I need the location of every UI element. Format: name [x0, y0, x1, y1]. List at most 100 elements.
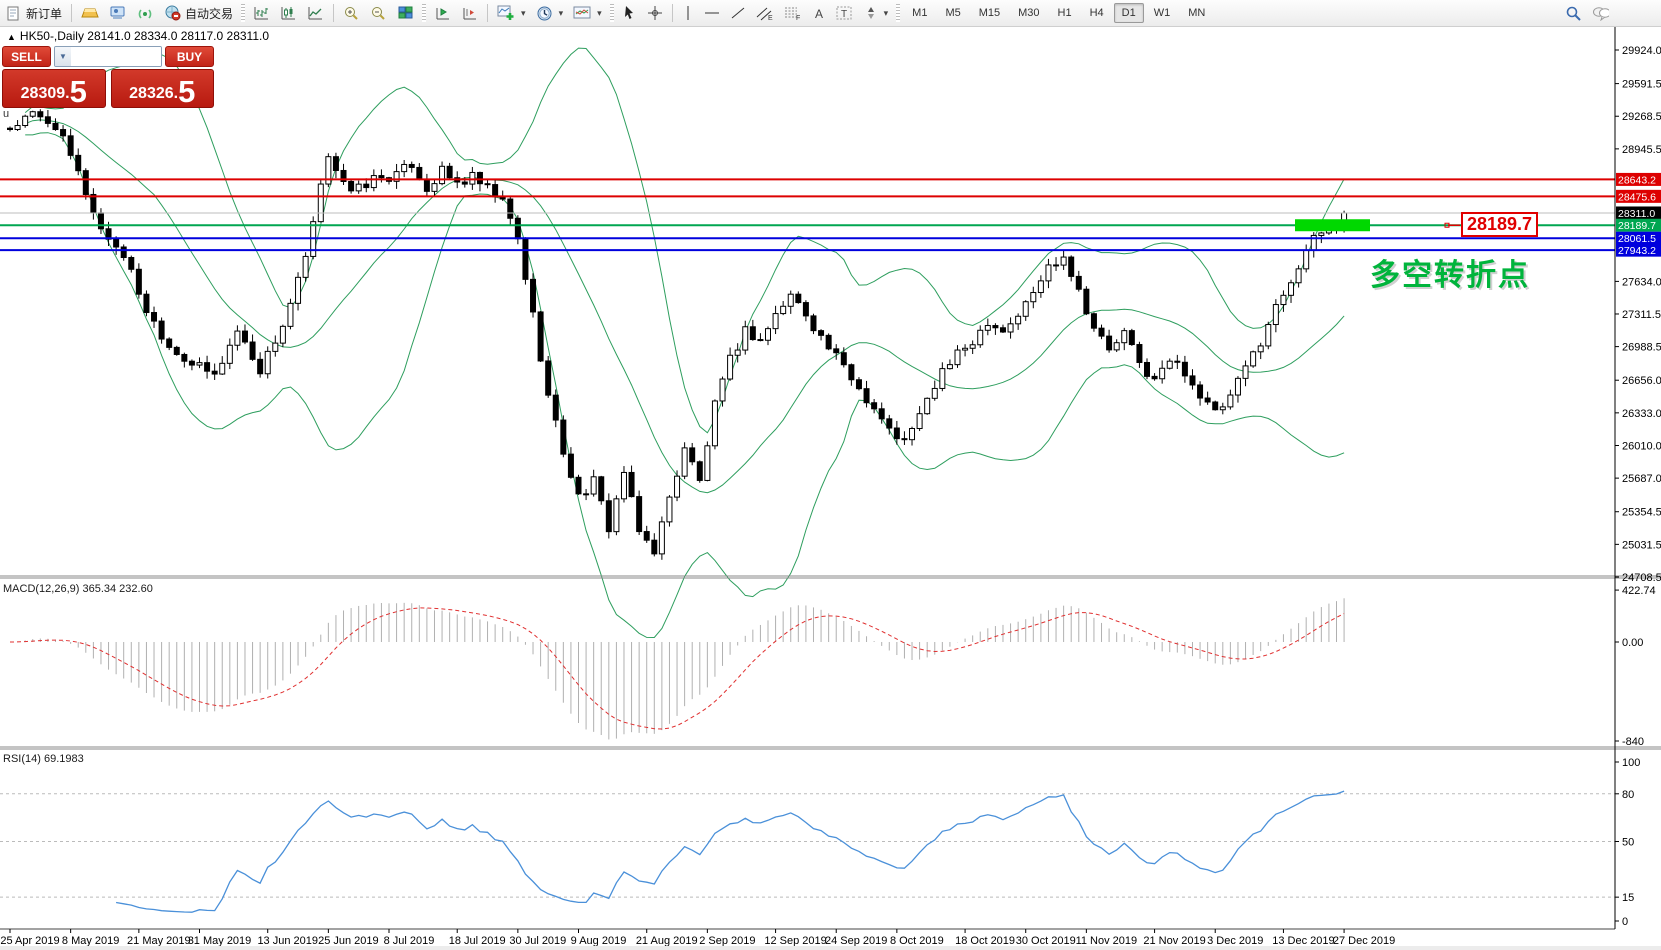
- chart-shift-icon[interactable]: [456, 3, 483, 23]
- svg-text:T: T: [841, 9, 847, 20]
- svg-text:28643.2: 28643.2: [1618, 174, 1656, 186]
- macd-tick: 0.00: [1622, 637, 1643, 649]
- candle: [151, 312, 158, 322]
- date-tick: 8 Oct 2019: [890, 935, 944, 947]
- indicators-icon[interactable]: ▾: [492, 3, 531, 24]
- timeframe-W1[interactable]: W1: [1146, 3, 1179, 23]
- dropdown-arrow-icon: ▾: [558, 7, 564, 18]
- timeframe-MN[interactable]: MN: [1180, 3, 1213, 23]
- sell-button[interactable]: SELL: [2, 46, 51, 67]
- candle: [211, 370, 218, 375]
- date-tick: 8 May 2019: [62, 935, 119, 947]
- chat-icon[interactable]: [1592, 5, 1609, 22]
- timeframe-M30[interactable]: M30: [1010, 3, 1047, 23]
- terminal-icon[interactable]: [104, 3, 132, 23]
- line-chart-icon[interactable]: [302, 3, 329, 23]
- candle: [279, 325, 286, 344]
- date-tick: 2 Sep 2019: [699, 935, 755, 947]
- candle: [29, 111, 36, 117]
- candle: [120, 246, 127, 259]
- signal-icon[interactable]: [132, 3, 159, 23]
- autotrading-button[interactable]: 自动交易: [159, 3, 238, 24]
- candle: [1136, 344, 1143, 363]
- volume-input[interactable]: [71, 47, 161, 66]
- candle: [166, 338, 173, 348]
- trendline-icon[interactable]: [725, 3, 751, 23]
- candle: [143, 293, 150, 314]
- volume-decrease-button[interactable]: ▼: [55, 47, 71, 66]
- candle: [1090, 313, 1097, 329]
- search-icon[interactable]: [1565, 5, 1582, 22]
- candle: [545, 360, 552, 396]
- candle: [514, 217, 521, 240]
- timeframe-H1[interactable]: H1: [1050, 3, 1080, 23]
- buy-price-box[interactable]: 28326. 5: [110, 69, 214, 108]
- autotrading-icon: [164, 5, 181, 22]
- level-price-callout[interactable]: 28189.7: [1461, 212, 1539, 237]
- price-tick: 29591.5: [1622, 79, 1661, 91]
- equidistant-channel-icon[interactable]: E: [751, 3, 779, 23]
- candle: [977, 329, 984, 346]
- candle: [97, 212, 104, 230]
- candle: [530, 278, 537, 313]
- candle: [855, 379, 862, 390]
- candle: [302, 255, 309, 278]
- zoom-in-icon[interactable]: [338, 3, 365, 23]
- bollinger-middle-band: [25, 119, 1345, 494]
- timeframe-M15[interactable]: M15: [971, 3, 1008, 23]
- candle: [370, 175, 377, 189]
- buy-button[interactable]: BUY: [165, 46, 214, 67]
- text-label-icon[interactable]: T: [831, 3, 858, 23]
- price-tick: 29268.5: [1622, 111, 1661, 123]
- candle: [795, 293, 802, 304]
- highlight-zone[interactable]: [1295, 219, 1370, 232]
- zoom-out-icon[interactable]: [365, 3, 392, 23]
- dropdown-arrow-icon: ▾: [597, 7, 602, 18]
- horizontal-line-icon[interactable]: [699, 4, 725, 22]
- fibonacci-icon[interactable]: F: [779, 3, 807, 23]
- svg-text:27943.2: 27943.2: [1618, 245, 1656, 257]
- dropdown-arrow-icon: ▾: [883, 7, 889, 18]
- candle: [1083, 288, 1090, 315]
- templates-icon[interactable]: ▾: [568, 3, 607, 23]
- candle: [431, 183, 438, 192]
- timeframe-M1[interactable]: M1: [904, 3, 935, 23]
- new-order-icon: [5, 5, 22, 22]
- candle: [567, 453, 574, 478]
- candle: [1219, 406, 1226, 411]
- periods-icon[interactable]: ▾: [531, 3, 569, 24]
- candle: [348, 180, 355, 192]
- price-tick: 26333.0: [1622, 408, 1661, 420]
- candle: [355, 183, 362, 192]
- date-tick: 11 Nov 2019: [1076, 935, 1138, 947]
- new-order-button[interactable]: 新订单: [0, 3, 67, 24]
- timeframe-H4[interactable]: H4: [1082, 3, 1112, 23]
- cursor-icon[interactable]: [617, 3, 642, 23]
- timeframe-M5[interactable]: M5: [937, 3, 968, 23]
- vertical-line-icon[interactable]: [677, 3, 699, 23]
- date-tick: 8 Jul 2019: [384, 935, 435, 947]
- candle: [886, 418, 893, 429]
- candle: [1257, 345, 1264, 353]
- date-axis[interactable]: 25 Apr 2019 8 May 2019 21 May 201931 May 2…: [0, 929, 1395, 947]
- timeframe-D1[interactable]: D1: [1113, 3, 1144, 23]
- tile-windows-icon[interactable]: [392, 3, 419, 23]
- chart-canvas[interactable]: 29924.0 29591.5 29268.5 28945.5 27634.0 27311…: [0, 0, 1661, 950]
- date-tick: 24 Sep 2019: [825, 935, 887, 947]
- svg-text:E: E: [768, 15, 773, 21]
- crosshair-icon[interactable]: [642, 3, 668, 23]
- auto-scroll-icon[interactable]: [429, 3, 456, 23]
- candle: [833, 348, 840, 354]
- macd-tick: -840: [1622, 736, 1644, 748]
- macd-tick: 422.74: [1622, 585, 1656, 597]
- arrows-icon[interactable]: ▾: [858, 3, 894, 23]
- candlestick-chart-icon[interactable]: [275, 3, 302, 23]
- bar-chart-icon[interactable]: [248, 3, 275, 23]
- sell-price-box[interactable]: 28309. 5: [2, 69, 106, 108]
- price-axis[interactable]: 29924.0 29591.5 29268.5 28945.5 27634.0 27311…: [1615, 45, 1661, 928]
- candle: [1181, 361, 1188, 377]
- rsi-pane: [0, 790, 1615, 913]
- text-icon[interactable]: A: [807, 4, 831, 23]
- gold-icon[interactable]: [76, 4, 104, 22]
- date-tick: 30 Jul 2019: [509, 935, 566, 947]
